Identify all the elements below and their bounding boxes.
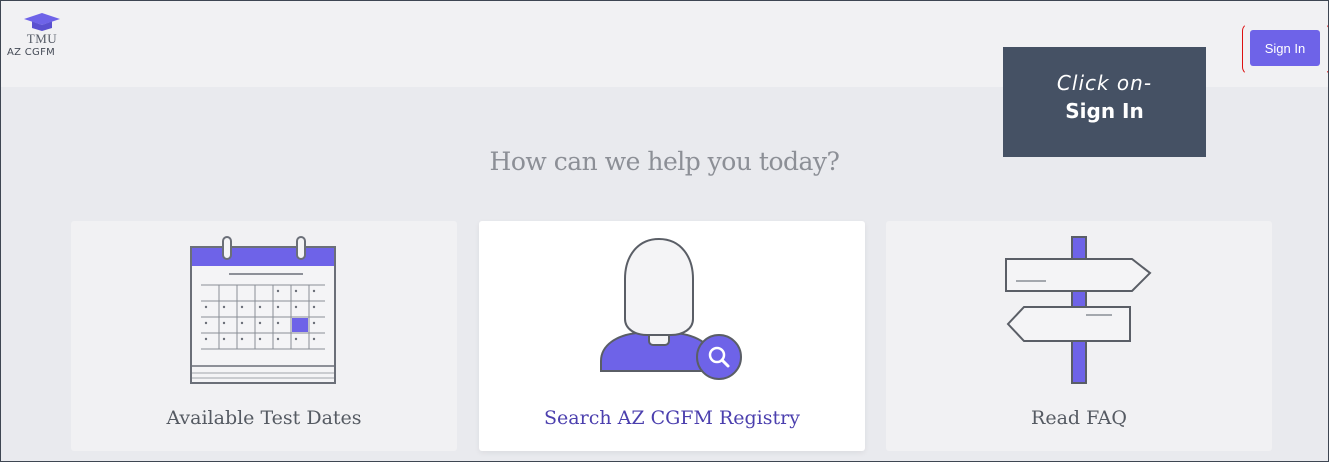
sign-in-button[interactable]: Sign In: [1250, 30, 1320, 66]
logo-subtitle: AZ CGFM: [7, 47, 56, 58]
person-search-icon: [600, 237, 742, 380]
page-frame: TMU AZ CGFM Sign In Click on- Sign In Ho…: [0, 0, 1329, 462]
callout-line-2: Sign In: [1065, 99, 1144, 123]
graduation-cap-icon: [24, 13, 60, 31]
card-label: Available Test Dates: [166, 407, 362, 429]
instruction-callout: Click on- Sign In: [1003, 47, 1206, 157]
card-available-test-dates[interactable]: Available Test Dates: [71, 221, 457, 451]
logo-abbreviation: TMU: [26, 31, 58, 46]
signpost-icon: [1005, 236, 1152, 384]
card-label: Search AZ CGFM Registry: [544, 407, 800, 429]
site-logo[interactable]: TMU AZ CGFM: [7, 11, 77, 59]
card-read-faq[interactable]: Read FAQ: [886, 221, 1272, 451]
calendar-icon: [190, 236, 336, 384]
callout-line-1: Click on-: [1056, 71, 1153, 95]
card-label: Read FAQ: [1031, 407, 1127, 429]
card-search-registry[interactable]: Search AZ CGFM Registry: [479, 221, 865, 451]
page-headline: How can we help you today?: [489, 147, 840, 176]
